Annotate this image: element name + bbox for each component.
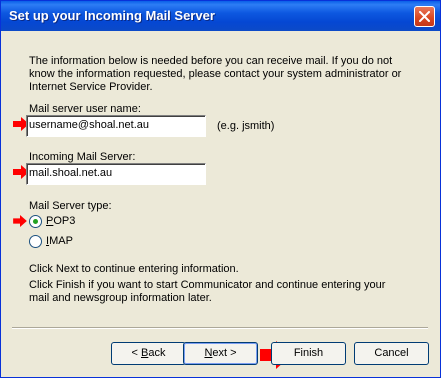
title-bar[interactable]: Set up your Incoming Mail Server <box>1 1 440 31</box>
finish-instruction: Click Finish if you want to start Commun… <box>29 279 386 304</box>
username-label: Mail server user name: <box>29 103 141 115</box>
incoming-server-field[interactable]: mail.shoal.net.au <box>26 163 206 185</box>
radio-imap-label: IMAP <box>46 235 73 247</box>
next-button[interactable]: Next > <box>183 342 258 365</box>
separator <box>12 327 428 329</box>
right-arrow-pointer-icon <box>13 215 27 230</box>
username-hint: (e.g. jsmith) <box>217 120 275 132</box>
radio-pop3[interactable]: POP3 <box>29 214 109 230</box>
window-title: Set up your Incoming Mail Server <box>9 8 215 23</box>
content-panel: The information below is needed before y… <box>12 39 428 327</box>
cancel-button[interactable]: Cancel <box>354 342 429 365</box>
radio-button[interactable] <box>29 215 42 228</box>
next-instruction: Click Next to continue entering informat… <box>29 263 239 275</box>
setup-wizard-window: Set up your Incoming Mail Server The inf… <box>0 0 441 378</box>
finish-button[interactable]: Finish <box>271 342 346 365</box>
info-text: The information below is needed before y… <box>29 55 402 93</box>
username-field[interactable]: username@shoal.net.au <box>26 115 206 137</box>
radio-imap[interactable]: IMAP <box>29 234 109 250</box>
radio-selected-dot <box>33 219 38 224</box>
close-button[interactable] <box>414 6 435 27</box>
server-label: Incoming Mail Server: <box>29 151 136 163</box>
radio-button[interactable] <box>29 235 42 248</box>
radio-pop3-label: POP3 <box>46 215 76 227</box>
back-button[interactable]: < Back <box>111 342 186 365</box>
server-type-label: Mail Server type: <box>29 200 112 212</box>
